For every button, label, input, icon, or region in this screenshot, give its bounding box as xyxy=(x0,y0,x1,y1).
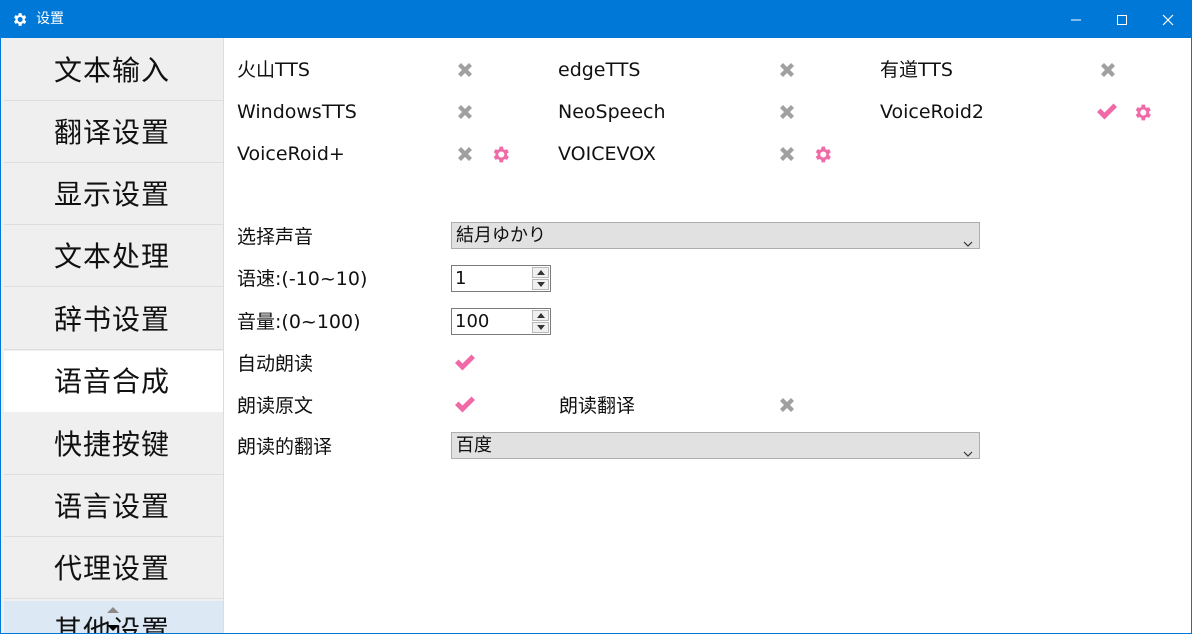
sidebar-item-dictionary[interactable]: 辞书设置 xyxy=(4,289,223,350)
voice-label: 选择声音 xyxy=(237,226,314,248)
auto-read-label: 自动朗读 xyxy=(237,353,314,375)
voice-select[interactable]: 結月ゆかり xyxy=(451,222,980,249)
translation-source-label: 朗读的翻译 xyxy=(237,436,333,458)
volume-decrement-button[interactable] xyxy=(532,322,549,333)
title-bar[interactable]: 设置 xyxy=(1,1,1191,38)
maximize-button[interactable] xyxy=(1099,1,1145,38)
volume-spin-buttons xyxy=(532,310,549,333)
engine-label-voiceroid2: VoiceRoid2 xyxy=(880,101,984,123)
scroll-up-arrow-icon[interactable] xyxy=(105,600,121,613)
sidebar-item-tts[interactable]: 语音合成 xyxy=(4,351,223,412)
sidebar-item-language[interactable]: 语言设置 xyxy=(4,476,223,537)
close-button[interactable] xyxy=(1145,1,1191,38)
voice-select-value: 結月ゆかり xyxy=(456,225,546,246)
read-original-label: 朗读原文 xyxy=(237,395,314,417)
tts-settings-panel: 火山TTS edgeTTS 有道TTS WindowsTTS NeoSpeech… xyxy=(224,38,1191,633)
engine-label-voiceroid-plus: VoiceRoid+ xyxy=(237,143,345,165)
chevron-down-icon xyxy=(963,441,973,457)
minimize-button[interactable] xyxy=(1053,1,1099,38)
cross-icon[interactable] xyxy=(453,142,477,166)
window-title: 设置 xyxy=(36,11,64,27)
engine-label-voicevox: VOICEVOX xyxy=(558,143,656,165)
close-icon xyxy=(1162,14,1174,25)
speed-spinbox[interactable]: 1 xyxy=(451,265,551,292)
sidebar: 文本输入 翻译设置 显示设置 文本处理 辞书设置 语音合成 快捷按键 语言设置 … xyxy=(1,38,224,633)
sidebar-item-translation[interactable]: 翻译设置 xyxy=(4,102,223,163)
volume-increment-button[interactable] xyxy=(532,310,549,321)
gear-icon[interactable] xyxy=(488,142,512,166)
check-icon[interactable] xyxy=(453,393,477,417)
cross-icon[interactable] xyxy=(453,58,477,82)
sidebar-item-display[interactable]: 显示设置 xyxy=(4,164,223,225)
speed-label: 语速:(-10~10) xyxy=(237,268,368,290)
maximize-icon xyxy=(1117,14,1127,25)
sidebar-item-text-processing[interactable]: 文本处理 xyxy=(4,226,223,287)
speed-increment-button[interactable] xyxy=(532,267,549,278)
volume-label: 音量:(0~100) xyxy=(237,311,361,333)
gear-icon[interactable] xyxy=(810,142,834,166)
scroll-down-arrow-icon[interactable] xyxy=(105,618,121,631)
volume-spinbox[interactable]: 100 xyxy=(451,308,551,335)
chevron-down-icon xyxy=(536,325,545,330)
sidebar-item-text-input[interactable]: 文本输入 xyxy=(4,40,223,101)
engine-label-edge: edgeTTS xyxy=(558,59,641,81)
cross-icon[interactable] xyxy=(453,100,477,124)
translation-source-value: 百度 xyxy=(456,435,492,456)
settings-window: 设置 文本输入 翻译设置 显示设置 文本处理 辞书设置 语音合成 快捷按键 语言… xyxy=(0,0,1192,634)
cross-icon[interactable] xyxy=(775,393,799,417)
speed-value: 1 xyxy=(455,268,467,289)
engine-label-youdao: 有道TTS xyxy=(880,59,953,81)
cross-icon[interactable] xyxy=(1096,58,1120,82)
minimize-icon xyxy=(1071,19,1081,20)
read-translation-label: 朗读翻译 xyxy=(559,395,636,417)
chevron-down-icon xyxy=(536,282,545,287)
speed-spin-buttons xyxy=(532,267,549,290)
chevron-down-icon xyxy=(963,231,973,247)
engine-label-volcano: 火山TTS xyxy=(237,59,310,81)
gear-icon[interactable] xyxy=(1130,100,1154,124)
gear-icon xyxy=(11,11,28,28)
check-icon[interactable] xyxy=(1095,100,1119,124)
speed-decrement-button[interactable] xyxy=(532,279,549,290)
cross-icon[interactable] xyxy=(775,58,799,82)
cross-icon[interactable] xyxy=(775,142,799,166)
engine-label-windows: WindowsTTS xyxy=(237,101,357,123)
check-icon[interactable] xyxy=(453,351,477,375)
sidebar-item-hotkeys[interactable]: 快捷按键 xyxy=(4,414,223,475)
chevron-up-icon xyxy=(536,313,545,318)
chevron-up-icon xyxy=(536,270,545,275)
sidebar-item-proxy[interactable]: 代理设置 xyxy=(4,538,223,599)
engine-label-neospeech: NeoSpeech xyxy=(558,101,666,123)
translation-source-select[interactable]: 百度 xyxy=(451,432,980,459)
cross-icon[interactable] xyxy=(775,100,799,124)
volume-value: 100 xyxy=(455,311,490,332)
